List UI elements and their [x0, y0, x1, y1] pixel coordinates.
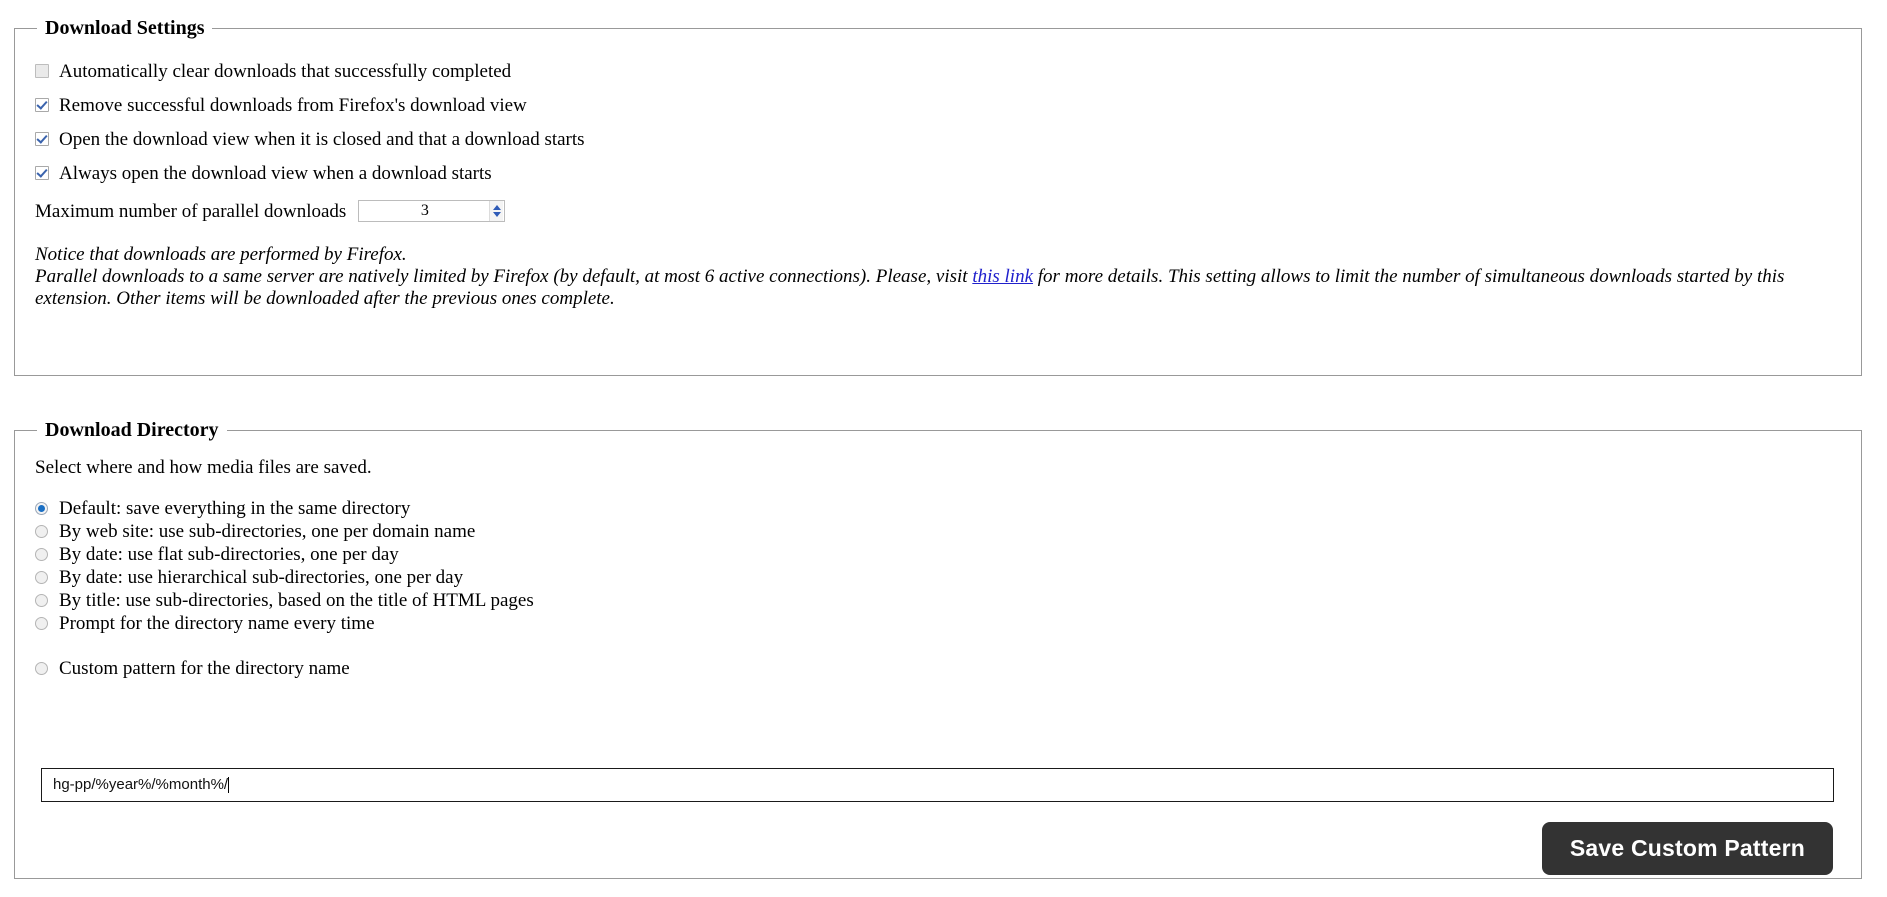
radio-row-by-title[interactable]: By title: use sub-directories, based on …: [35, 589, 1861, 612]
checkbox-label-open-closed-view: Open the download view when it is closed…: [59, 128, 585, 150]
radio-row-prompt-every-time[interactable]: Prompt for the directory name every time: [35, 612, 1861, 635]
download-settings-panel: Download Settings Automatically clear do…: [14, 18, 1862, 376]
text-caret: [228, 777, 230, 793]
radio-label-default: Default: save everything in the same dir…: [59, 498, 411, 519]
notice-line-1: Notice that downloads are performed by F…: [35, 244, 407, 265]
notice-text-before-link: Parallel downloads to a same server are …: [35, 266, 973, 287]
radio-row-by-web-site[interactable]: By web site: use sub-directories, one pe…: [35, 520, 1861, 543]
max-parallel-downloads-value[interactable]: 3: [359, 201, 504, 221]
radio-label-custom-pattern: Custom pattern for the directory name: [59, 658, 350, 679]
checkbox-auto-clear[interactable]: [35, 64, 49, 78]
checkbox-remove-successful[interactable]: [35, 98, 49, 112]
max-parallel-downloads-row: Maximum number of parallel downloads 3: [35, 192, 1861, 230]
radio-label-by-title: By title: use sub-directories, based on …: [59, 590, 534, 611]
radio-row-by-date-hierarchical[interactable]: By date: use hierarchical sub-directorie…: [35, 566, 1861, 589]
chevron-down-icon[interactable]: [492, 212, 501, 217]
radio-label-by-date-flat: By date: use flat sub-directories, one p…: [59, 544, 399, 565]
radio-label-by-date-hierarchical: By date: use hierarchical sub-directorie…: [59, 567, 464, 588]
custom-pattern-input[interactable]: hg-pp/%year%/%month%/: [41, 768, 1834, 802]
checkbox-row-always-open-view[interactable]: Always open the download view when a dow…: [35, 156, 1861, 190]
radio-row-default[interactable]: Default: save everything in the same dir…: [35, 497, 1861, 520]
radio-label-by-web-site: By web site: use sub-directories, one pe…: [59, 521, 476, 542]
max-parallel-downloads-stepper[interactable]: 3: [358, 200, 506, 222]
chevron-up-icon[interactable]: [492, 205, 501, 210]
radio-by-date-flat[interactable]: [35, 548, 48, 561]
max-parallel-downloads-label: Maximum number of parallel downloads: [35, 200, 347, 222]
directory-intro-text: Select where and how media files are sav…: [35, 457, 372, 478]
radio-by-web-site[interactable]: [35, 525, 48, 538]
checkbox-always-open-view[interactable]: [35, 166, 49, 180]
save-custom-pattern-button[interactable]: Save Custom Pattern: [1541, 822, 1833, 875]
radio-by-title[interactable]: [35, 594, 48, 607]
radio-row-by-date-flat[interactable]: By date: use flat sub-directories, one p…: [35, 543, 1861, 566]
this-link-link[interactable]: this link: [972, 266, 1033, 287]
stepper-buttons[interactable]: [489, 201, 504, 221]
checkbox-label-remove-successful: Remove successful downloads from Firefox…: [59, 94, 527, 116]
checkbox-row-open-closed-view[interactable]: Open the download view when it is closed…: [35, 122, 1861, 156]
download-directory-legend: Download Directory: [45, 419, 219, 441]
custom-pattern-input-value[interactable]: hg-pp/%year%/%month%/: [53, 776, 228, 794]
download-settings-legend: Download Settings: [45, 17, 205, 39]
checkbox-label-auto-clear: Automatically clear downloads that succe…: [59, 60, 512, 82]
radio-prompt-every-time[interactable]: [35, 617, 48, 630]
options-page: Download Settings Automatically clear do…: [0, 0, 1887, 897]
checkbox-label-always-open-view: Always open the download view when a dow…: [59, 162, 492, 184]
radio-by-date-hierarchical[interactable]: [35, 571, 48, 584]
checkbox-row-remove-successful[interactable]: Remove successful downloads from Firefox…: [35, 88, 1861, 122]
download-directory-panel: Download Directory Select where and how …: [14, 420, 1862, 879]
download-directory-body: Select where and how media files are sav…: [15, 440, 1861, 680]
download-settings-body: Automatically clear downloads that succe…: [15, 38, 1861, 310]
checkbox-row-auto-clear[interactable]: Automatically clear downloads that succe…: [35, 54, 1861, 88]
radio-custom-pattern[interactable]: [35, 662, 48, 675]
downloads-notice: Notice that downloads are performed by F…: [35, 244, 1853, 310]
notice-line-2: Parallel downloads to a same server are …: [35, 266, 1835, 310]
checkbox-open-closed-view[interactable]: [35, 132, 49, 146]
radio-label-prompt-every-time: Prompt for the directory name every time: [59, 613, 375, 634]
radio-row-custom-pattern[interactable]: Custom pattern for the directory name: [35, 657, 1861, 680]
radio-default[interactable]: [35, 502, 48, 515]
